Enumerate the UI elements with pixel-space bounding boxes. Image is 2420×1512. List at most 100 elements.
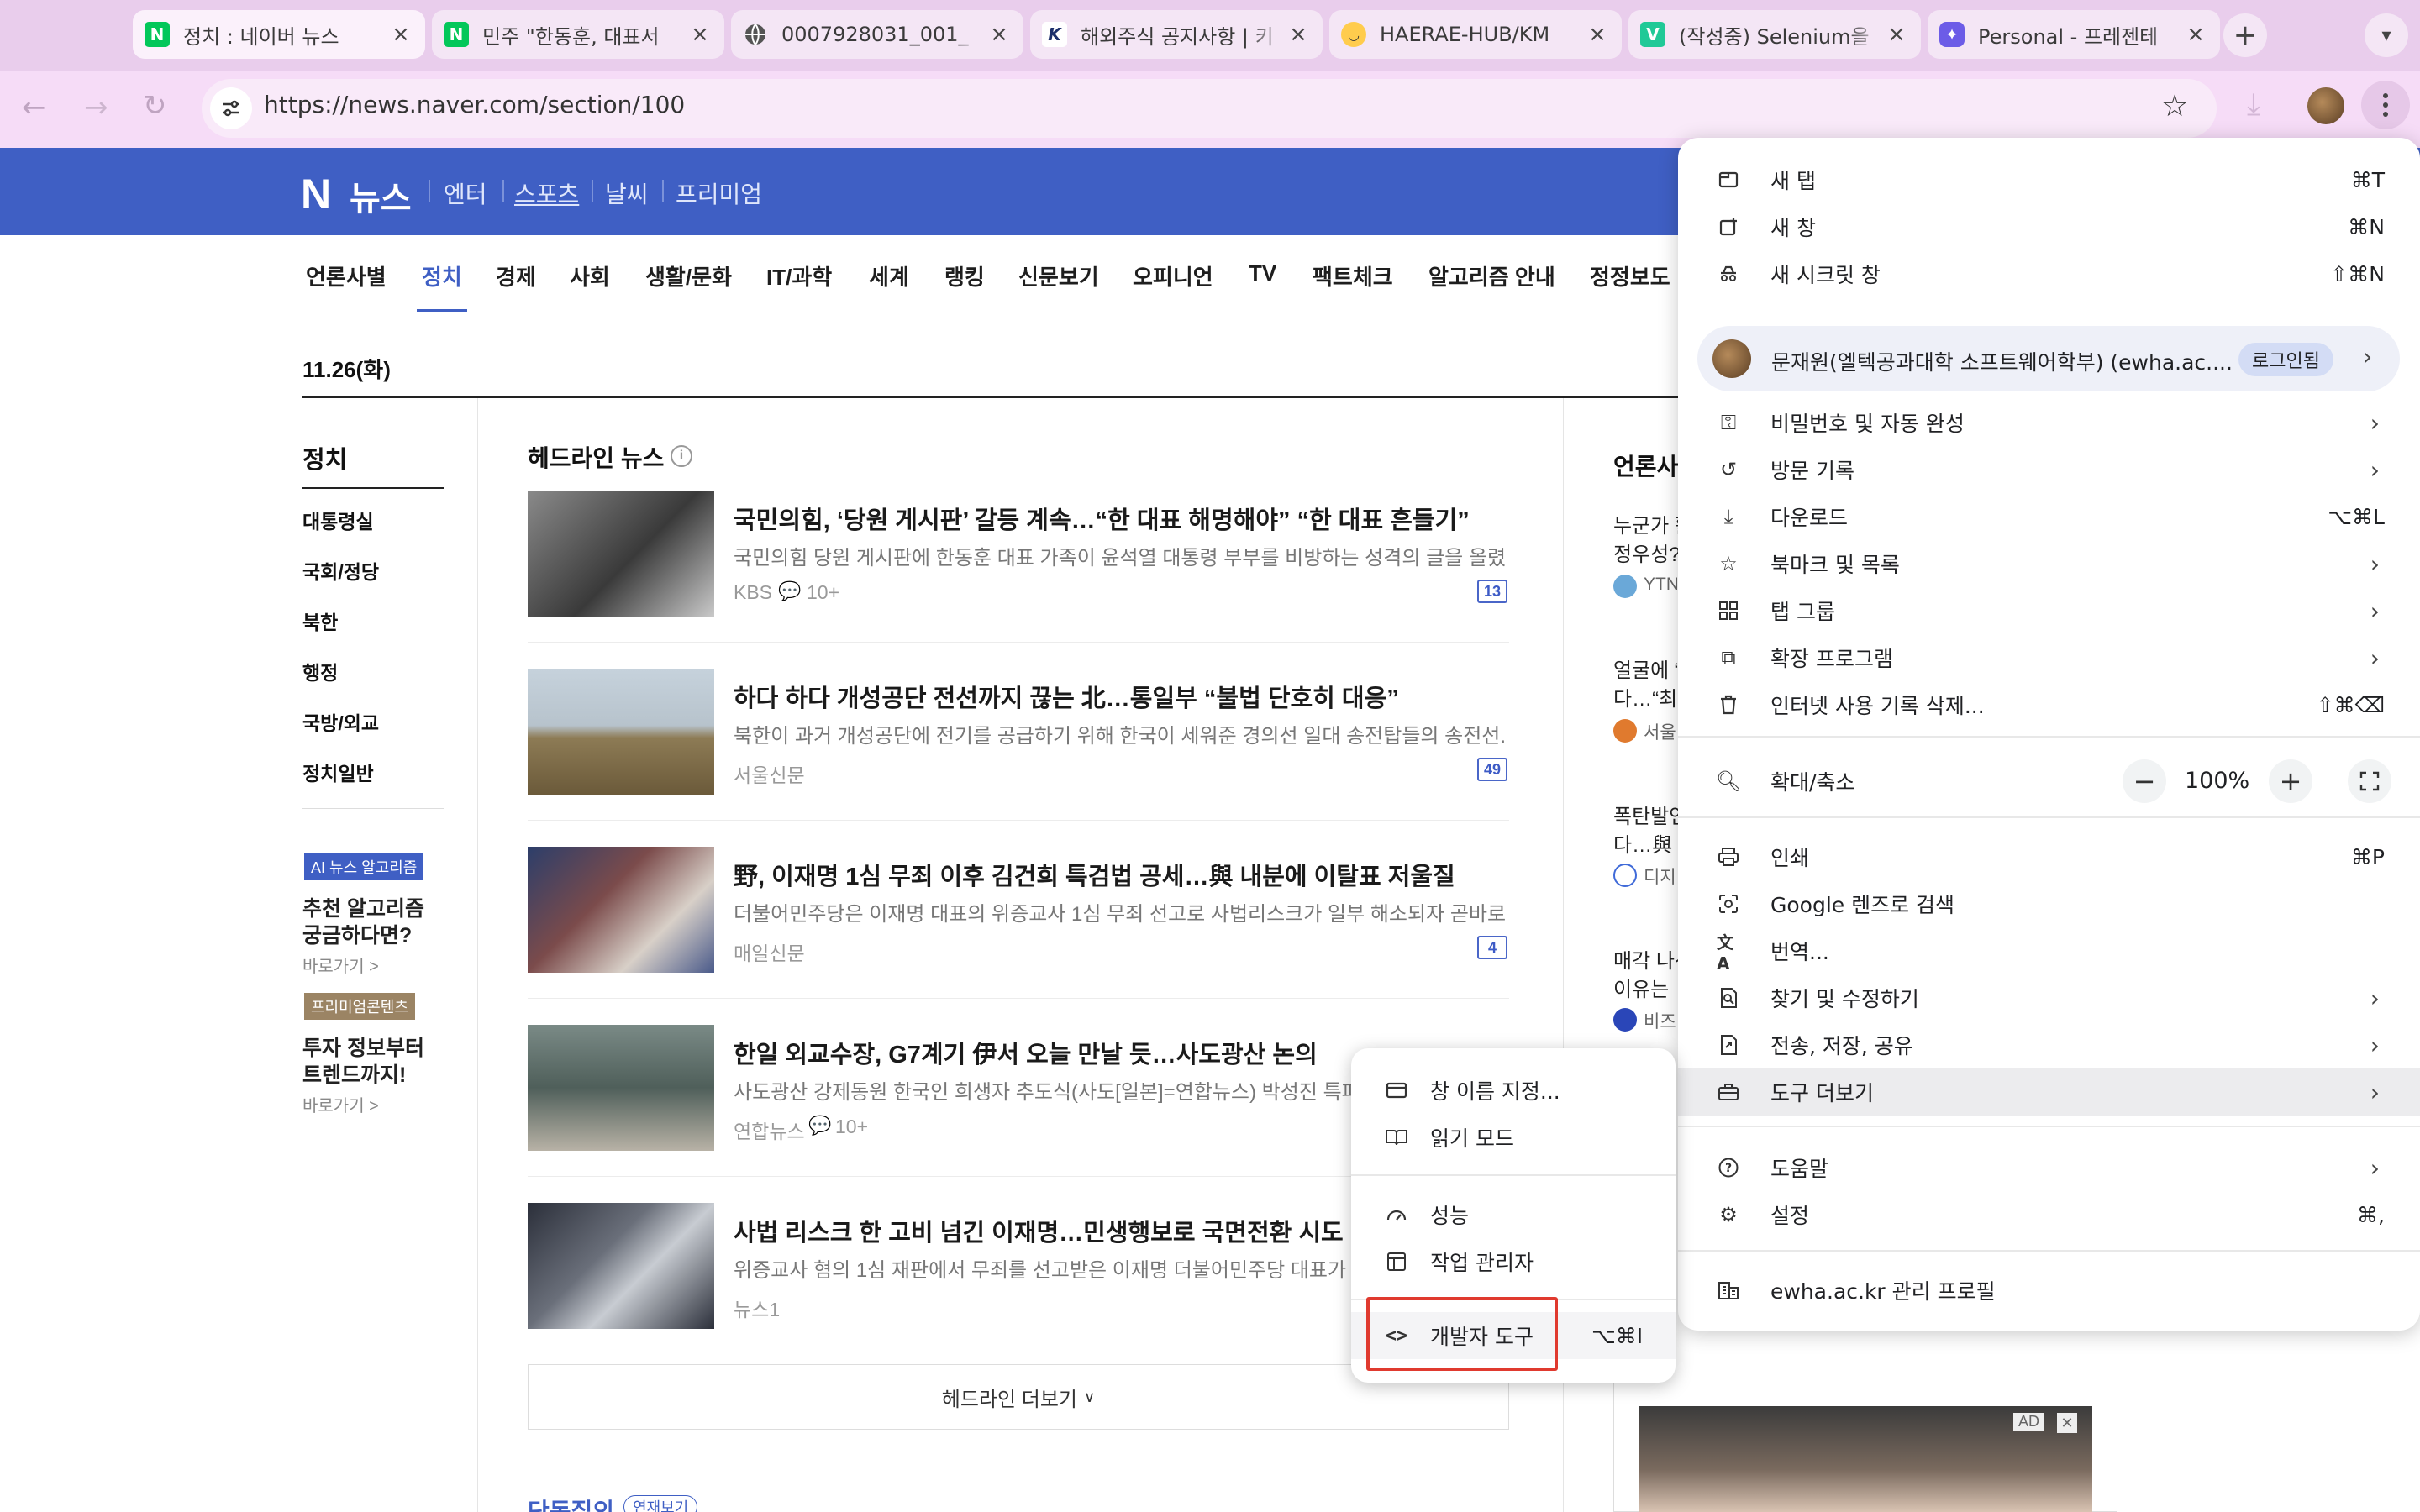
article-summary[interactable]: 위증교사 혐의 1심 재판에서 무죄를 선고받은 이재명 더불어민주당 대표가 … [734, 1253, 1355, 1283]
top-link-premium[interactable]: 프리미엄 [676, 176, 762, 210]
menu-downloads[interactable]: ⤓ 다운로드 ⌥⌘L [1678, 493, 2420, 540]
menu-incognito[interactable]: 새 시크릿 창 ⇧⌘N [1678, 250, 2420, 297]
article-press[interactable]: 뉴스1 [734, 1294, 780, 1322]
press-item-line1[interactable]: 매각 나선 [1613, 944, 1681, 974]
press-item-line1[interactable]: 폭탄발언 [1613, 800, 1681, 829]
article-thumbnail[interactable] [528, 847, 714, 973]
article-thumbnail[interactable] [528, 669, 714, 795]
zoom-in-button[interactable]: + [2269, 759, 2312, 803]
menu-share[interactable]: 전송, 저장, 공유 › [1678, 1021, 2420, 1068]
menu-history[interactable]: ↺ 방문 기록 › [1678, 446, 2420, 493]
menu-passwords[interactable]: ⚿ 비밀번호 및 자동 완성 › [1678, 399, 2420, 446]
tab-2[interactable]: N 민주 "한동훈, 대표서 × [432, 10, 724, 59]
article-press[interactable]: KBS [734, 581, 772, 604]
article-title[interactable]: 하다 하다 개성공단 전선까지 끊는 北…통일부 “불법 단호히 대응” [734, 679, 1507, 714]
tab-3[interactable]: 0007928031_001_ × [731, 10, 1023, 59]
fullscreen-button[interactable] [2348, 759, 2391, 803]
tab-close-icon[interactable]: × [1884, 22, 1909, 47]
menu-new-window[interactable]: 새 창 ⌘N [1678, 203, 2420, 250]
article-press[interactable]: 연합뉴스 [734, 1116, 805, 1144]
promo1-more[interactable]: 바로가기 > [302, 953, 379, 977]
nav-it[interactable]: IT/과학 [766, 260, 832, 291]
related-count[interactable]: 4 [1477, 936, 1507, 959]
related-count[interactable]: 49 [1477, 758, 1507, 781]
side-link-defense[interactable]: 국방/외교 [302, 707, 379, 736]
menu-bookmarks[interactable]: ☆ 북마크 및 목록 › [1678, 540, 2420, 587]
bookmark-star-icon[interactable]: ☆ [2161, 89, 2188, 123]
top-link-enter[interactable]: 엔터 [444, 176, 487, 210]
tab-close-icon[interactable]: × [986, 22, 1012, 47]
press-item-line2[interactable]: 이유는 [1613, 973, 1681, 1002]
nav-economy[interactable]: 경제 [496, 260, 536, 291]
article-thumbnail[interactable] [528, 1025, 714, 1151]
article-press[interactable]: 서울신문 [734, 759, 805, 788]
menu-managed-profile[interactable]: ewha.ac.kr 관리 프로필 [1678, 1267, 2420, 1314]
menu-find[interactable]: 찾기 및 수정하기 › [1678, 974, 2420, 1021]
tab-7[interactable]: ✦ Personal - 프레젠테 × [1928, 10, 2220, 59]
menu-settings[interactable]: ⚙ 설정 ⌘, [1678, 1191, 2420, 1238]
top-link-sports[interactable]: 스포츠 [514, 176, 579, 210]
side-link-general[interactable]: 정치일반 [302, 758, 374, 786]
chrome-menu-kebab-icon[interactable] [2361, 81, 2410, 129]
new-tab-plus-icon[interactable]: + [2223, 13, 2267, 57]
press-item-line2[interactable]: 정우성? [1613, 538, 1681, 567]
side-link-admin[interactable]: 행정 [302, 657, 338, 685]
nav-factcheck[interactable]: 팩트체크 [1313, 260, 1393, 291]
nav-life[interactable]: 생활/문화 [645, 260, 732, 291]
naver-logo[interactable]: N [301, 170, 331, 218]
article-summary[interactable]: 북한이 과거 개성공단에 전기를 공급하기 위해 한국이 세워준 경의선 일대 … [734, 719, 1507, 748]
info-icon[interactable]: i [671, 445, 692, 467]
article-summary[interactable]: 더불어민주당은 이재명 대표의 위증교사 1심 무죄 선고로 사법리스크가 일부… [734, 897, 1507, 927]
tab-close-icon[interactable]: × [2183, 22, 2208, 47]
menu-tab-groups[interactable]: 탭 그룹 › [1678, 587, 2420, 634]
submenu-task-manager[interactable]: 작업 관리자 [1351, 1238, 1676, 1285]
menu-extensions[interactable]: ⧉ 확장 프로그램 › [1678, 634, 2420, 681]
nav-opinion[interactable]: 오피니언 [1133, 260, 1213, 291]
comment-count[interactable]: 10+ [807, 581, 839, 604]
reload-icon[interactable]: ↻ [143, 89, 167, 123]
tab-close-icon[interactable]: × [388, 22, 413, 47]
menu-google-lens[interactable]: Google 렌즈로 검색 [1678, 880, 2420, 927]
nav-tv[interactable]: TV [1249, 260, 1276, 286]
top-link-weather[interactable]: 날씨 [605, 176, 649, 210]
submenu-name-window[interactable]: 창 이름 지정... [1351, 1067, 1676, 1114]
nav-world[interactable]: 세계 [869, 260, 909, 291]
comment-count[interactable]: 10+ [835, 1116, 868, 1138]
menu-new-tab[interactable]: 새 탭 ⌘T [1678, 156, 2420, 203]
article-title[interactable]: 野, 이재명 1심 무죄 이후 김건희 특검법 공세…與 내분에 이탈표 저울질 [734, 857, 1507, 892]
submenu-performance[interactable]: 성능 [1351, 1191, 1676, 1238]
press-item-line1[interactable]: 누군가 활 [1613, 509, 1681, 538]
side-link-assembly[interactable]: 국회/정당 [302, 556, 379, 585]
menu-more-tools[interactable]: 도구 더보기 › [1678, 1068, 2420, 1116]
article-summary[interactable]: 사도광산 강제동원 한국인 희생자 추도식(사도[일본]=연합뉴스) 박성진 특… [734, 1075, 1355, 1105]
url-text[interactable]: https://news.naver.com/section/100 [264, 91, 685, 118]
zoom-out-button[interactable]: − [2123, 759, 2166, 803]
tab-4[interactable]: K 해외주식 공지사항 | 키 × [1030, 10, 1323, 59]
article-title[interactable]: 사법 리스크 한 고비 넘긴 이재명…민생행보로 국면전환 시도 [734, 1213, 1355, 1248]
nav-algorithm[interactable]: 알고리즘 안내 [1428, 260, 1555, 291]
profile-avatar[interactable] [2307, 87, 2344, 124]
side-link-president[interactable]: 대통령실 [302, 506, 374, 534]
site-settings-icon[interactable] [210, 87, 252, 129]
article-press[interactable]: 매일신문 [734, 937, 805, 966]
bottom-section-title[interactable]: 단독질의 [528, 1494, 614, 1512]
article-summary[interactable]: 국민의힘 당원 게시판에 한동훈 대표 가족이 윤석열 대통령 부부를 비방하는… [734, 541, 1507, 570]
news-brand[interactable]: 뉴스 [350, 171, 412, 220]
promo2-more[interactable]: 바로가기 > [302, 1092, 379, 1116]
ad-close-icon[interactable]: ✕ [2057, 1413, 2077, 1433]
article-title[interactable]: 한일 외교수장, G7계기 伊서 오늘 만날 듯…사도광산 논의 [734, 1035, 1355, 1070]
tab-close-icon[interactable]: × [1585, 22, 1610, 47]
promo1-line2[interactable]: 궁금하다면? [302, 919, 412, 949]
promo2-line2[interactable]: 트렌드까지! [302, 1058, 406, 1089]
menu-help[interactable]: ? 도움말 › [1678, 1144, 2420, 1191]
tab-6[interactable]: V (작성중) Selenium을 × [1628, 10, 1921, 59]
submenu-reading-mode[interactable]: 읽기 모드 [1351, 1114, 1676, 1161]
article-thumbnail[interactable] [528, 491, 714, 617]
article-thumbnail[interactable] [528, 1203, 714, 1329]
back-arrow-icon[interactable]: ← [22, 91, 46, 124]
article-title[interactable]: 국민의힘, ‘당원 게시판’ 갈등 계속…“한 대표 해명해야” “한 대표 흔… [734, 501, 1507, 536]
menu-translate[interactable]: 文A 번역... [1678, 927, 2420, 974]
menu-print[interactable]: 인쇄 ⌘P [1678, 833, 2420, 880]
nav-society[interactable]: 사회 [570, 260, 610, 291]
promo2-line1[interactable]: 투자 정보부터 [302, 1032, 424, 1062]
